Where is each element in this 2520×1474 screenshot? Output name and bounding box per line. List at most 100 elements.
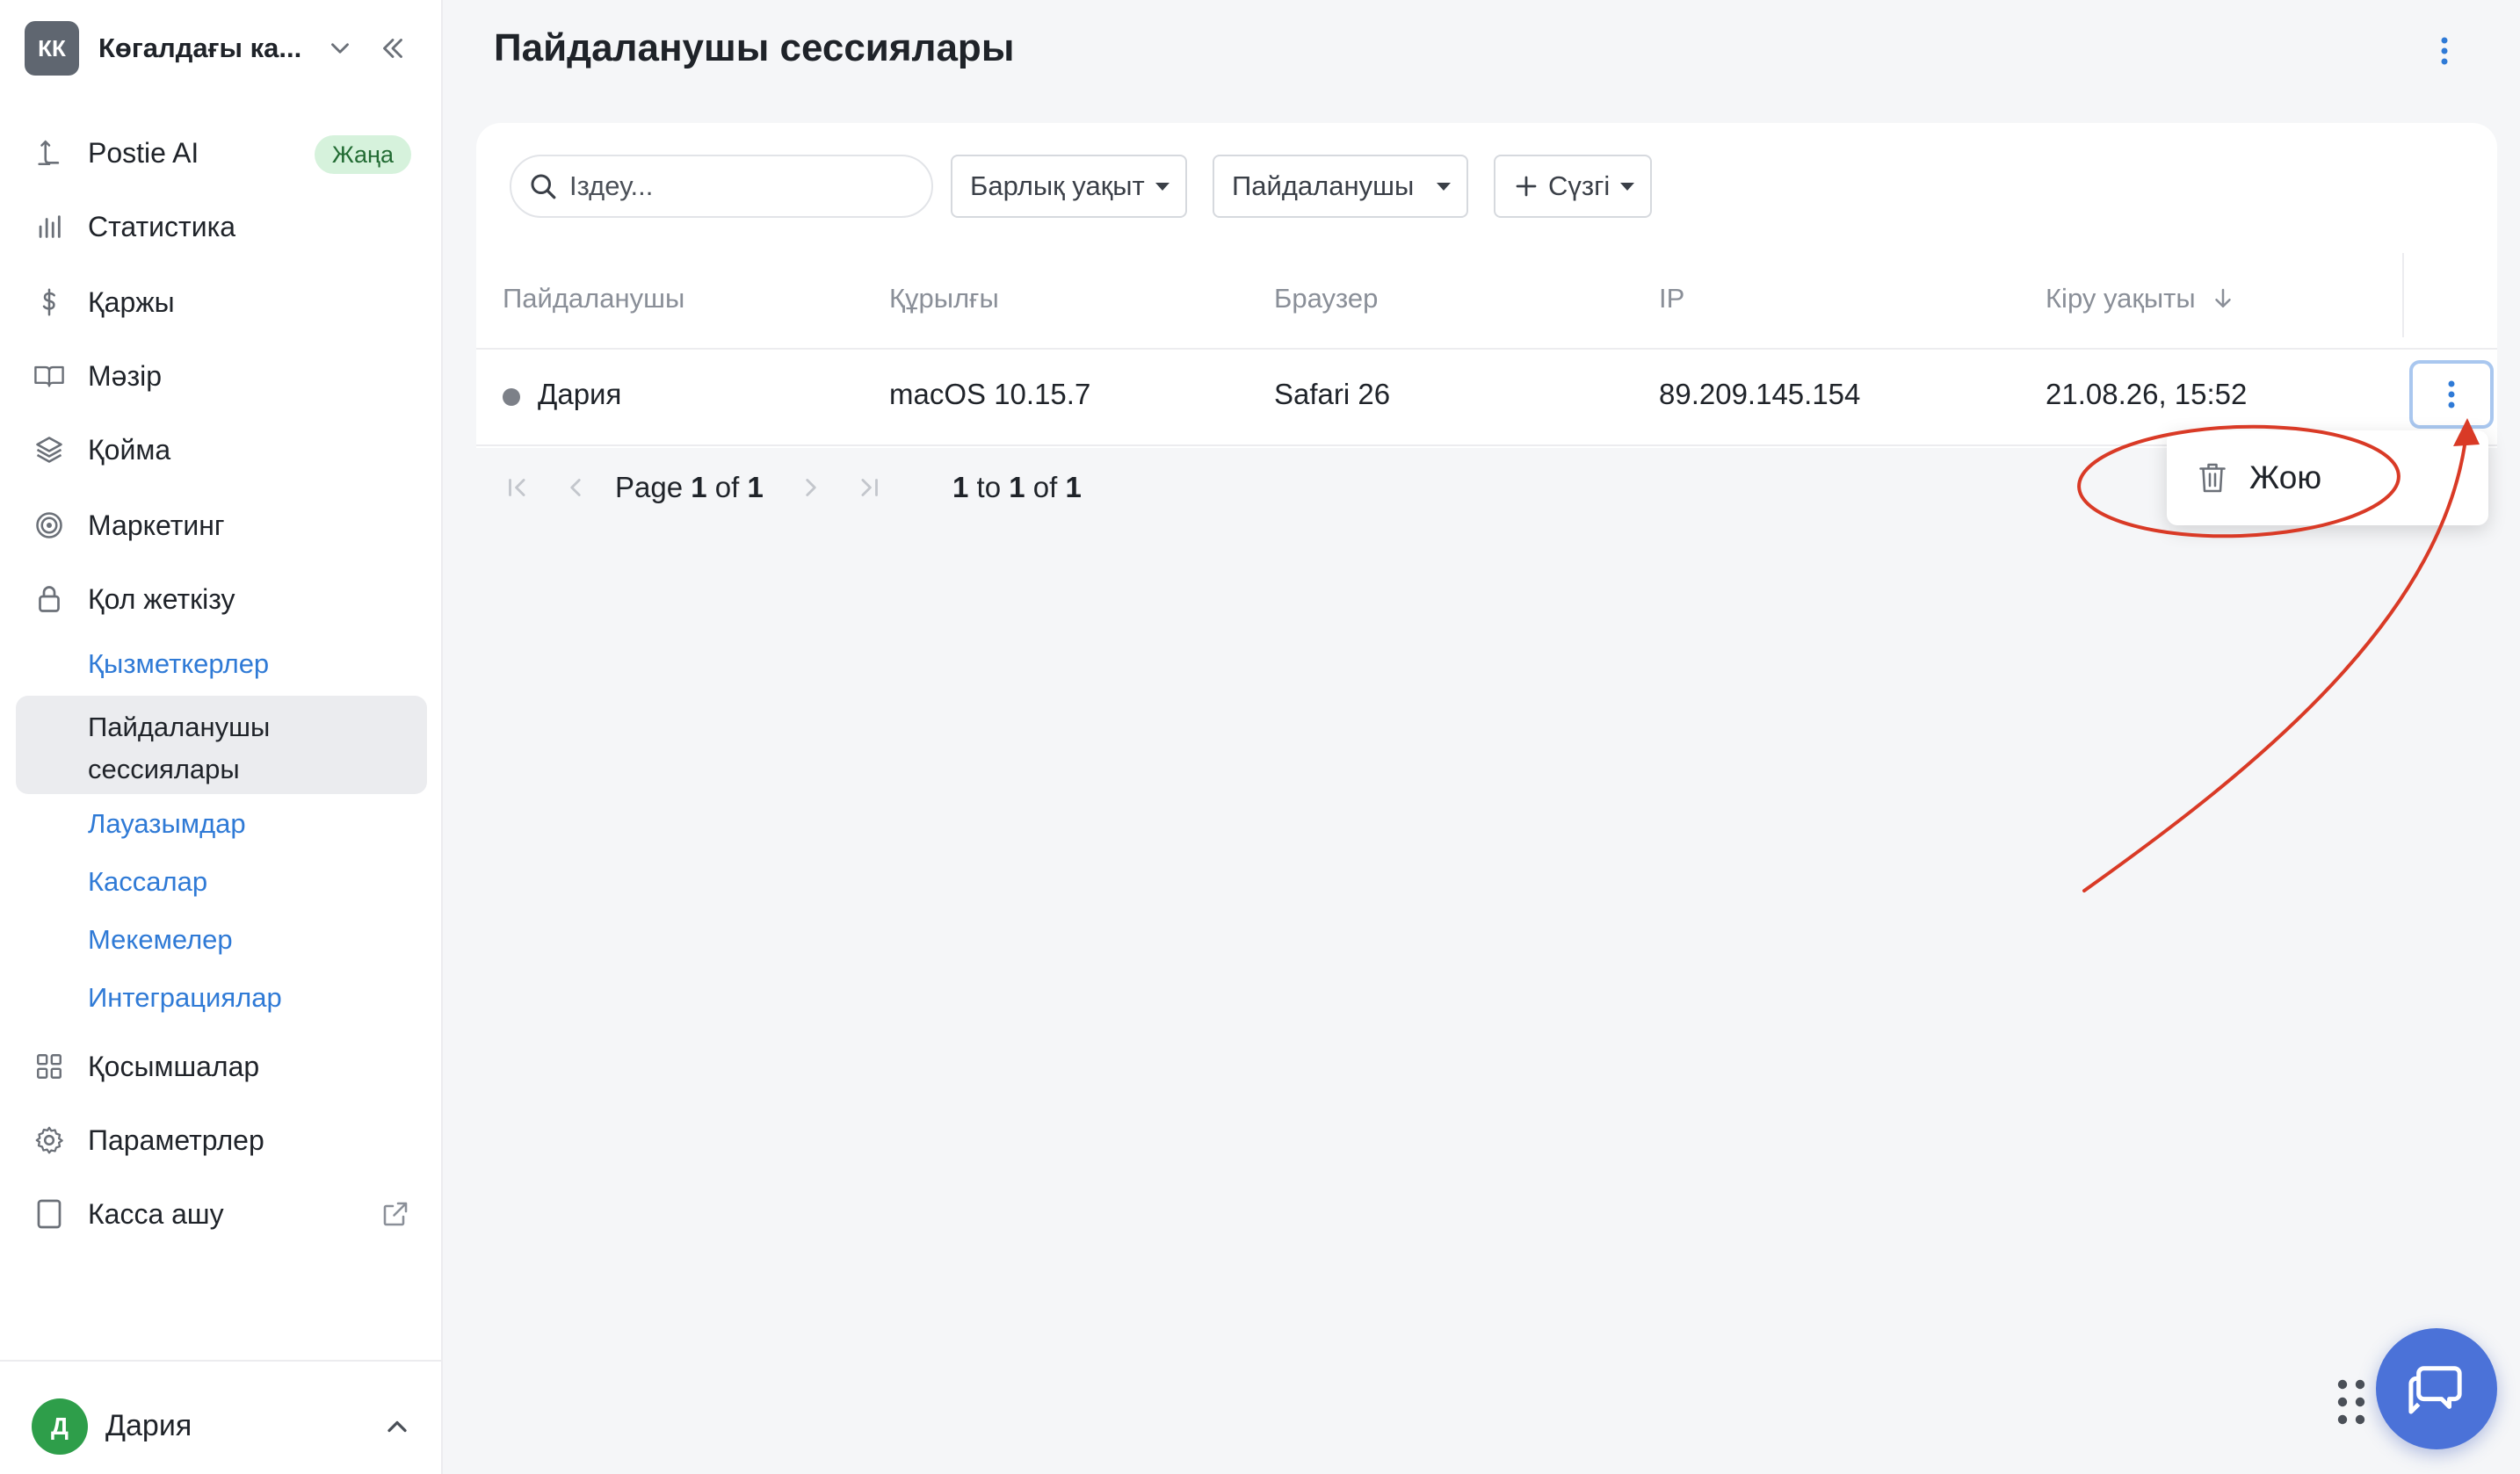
- caret-down-icon: [1620, 182, 1635, 191]
- sort-desc-icon: [2214, 288, 2231, 307]
- trash-icon: [2199, 463, 2226, 493]
- page-number: 1: [691, 471, 707, 503]
- previous-page-icon[interactable]: [561, 473, 590, 502]
- column-header-browser[interactable]: Браузер: [1274, 283, 1378, 314]
- column-header-user[interactable]: Пайдаланушы: [503, 283, 684, 314]
- column-header-login-time[interactable]: Кіру уақыты: [2046, 283, 2236, 314]
- chat-support-button[interactable]: [2376, 1328, 2497, 1449]
- status-dot: [503, 388, 520, 406]
- sidebar-item-statistics[interactable]: Статистика: [32, 200, 418, 253]
- sidebar: КК Көгалдағы ка... Postie AI Жаңа Статис…: [0, 0, 443, 1474]
- sidebar-subitem-employees[interactable]: Қызметкерлер: [88, 648, 269, 680]
- sidebar-item-label: Статистика: [88, 210, 236, 242]
- bar-chart-icon: [32, 209, 67, 244]
- total-pages: 1: [747, 471, 764, 503]
- sidebar-item-label: Мәзір: [88, 359, 163, 392]
- table-cell-login-time: 21.08.26, 15:52: [2046, 378, 2248, 410]
- search-input[interactable]: [569, 170, 903, 202]
- to-word: to: [976, 471, 1002, 503]
- caret-down-icon: [1437, 182, 1452, 191]
- org-name: Көгалдағы ка...: [98, 33, 302, 63]
- layers-icon: [32, 432, 67, 467]
- table-cell-browser: Safari 26: [1274, 378, 1391, 410]
- sidebar-item-label: Қаржы: [88, 285, 175, 318]
- drag-handle-icon[interactable]: [2334, 1376, 2369, 1428]
- caret-down-icon: [1155, 182, 1169, 191]
- book-icon: [32, 358, 67, 394]
- sidebar-item-label: Қол жеткізу: [88, 582, 235, 615]
- sidebar-item-label: Postie AI: [88, 136, 199, 169]
- plus-icon: [1516, 176, 1537, 197]
- chat-icon: [2408, 1366, 2462, 1414]
- user-name: Дария: [105, 1409, 192, 1442]
- more-vertical-icon: [2448, 380, 2455, 408]
- sidebar-item-label: Маркетинг: [88, 509, 225, 541]
- add-filter-label: Сүзгі: [1548, 170, 1611, 201]
- divider: [476, 348, 2497, 350]
- user-footer[interactable]: Д Дария: [0, 1360, 443, 1474]
- add-filter-button[interactable]: Сүзгі: [1494, 155, 1653, 218]
- target-icon: [32, 508, 67, 543]
- filter-user-dropdown[interactable]: Пайдаланушы: [1213, 155, 1469, 218]
- sidebar-item-label: Касса ашу: [88, 1197, 224, 1230]
- postie-ai-icon: [32, 135, 67, 170]
- total-rows: 1: [1065, 471, 1082, 503]
- gear-icon: [32, 1123, 67, 1158]
- page-menu-button[interactable]: [2423, 30, 2466, 72]
- search-icon: [531, 174, 556, 199]
- external-link-icon: [383, 1202, 408, 1226]
- dollar-icon: [32, 285, 67, 320]
- last-page-icon[interactable]: [854, 473, 884, 502]
- sidebar-item-marketing[interactable]: Маркетинг: [32, 499, 418, 552]
- tablet-icon: [32, 1196, 67, 1232]
- sidebar-item-open-cashbox[interactable]: Касса ашу: [32, 1188, 418, 1240]
- table-cell-user: Дария: [538, 378, 622, 410]
- sidebar-item-menu[interactable]: Мәзір: [32, 350, 418, 402]
- column-header-login-time-label: Кіру уақыты: [2046, 283, 2196, 314]
- row-actions-menu: Жою: [2167, 430, 2488, 525]
- org-switcher[interactable]: КК Көгалдағы ка...: [25, 21, 418, 76]
- column-header-ip[interactable]: IP: [1659, 283, 1684, 314]
- sidebar-item-label: Қосымшалар: [88, 1050, 260, 1082]
- sidebar-item-finance[interactable]: Қаржы: [32, 276, 418, 329]
- chevron-up-icon[interactable]: [381, 1411, 413, 1442]
- row-actions-button[interactable]: [2409, 360, 2494, 429]
- sidebar-item-access[interactable]: Қол жеткізу: [32, 573, 418, 625]
- of-word: of: [1032, 471, 1058, 503]
- filter-user-label: Пайдаланушы: [1232, 170, 1415, 201]
- sidebar-item-label: Параметрлер: [88, 1124, 264, 1156]
- row-range-indicator: 1 to 1 of 1: [952, 471, 1082, 504]
- table-cell-ip: 89.209.145.154: [1659, 378, 1861, 410]
- sidebar-item-settings[interactable]: Параметрлер: [32, 1114, 418, 1167]
- sidebar-subitem-sessions[interactable]: Пайдаланушы сессиялары: [88, 706, 404, 791]
- delete-menu-item[interactable]: Жою: [2197, 453, 2321, 502]
- table-cell-device: macOS 10.15.7: [889, 378, 1091, 410]
- range-end: 1: [1009, 471, 1025, 503]
- search-box[interactable]: [510, 155, 933, 218]
- sidebar-subitem-venues[interactable]: Мекемелер: [88, 924, 233, 956]
- sidebar-item-label: Қойма: [88, 433, 171, 466]
- sidebar-subitem-cashboxes[interactable]: Кассалар: [88, 866, 207, 898]
- page-title: Пайдаланушы сессиялары: [494, 26, 1015, 69]
- page-indicator: Page 1 of 1: [615, 471, 764, 504]
- column-header-device[interactable]: Құрылғы: [889, 283, 999, 314]
- new-badge: Жаңа: [314, 135, 411, 174]
- next-page-icon[interactable]: [796, 473, 826, 502]
- more-vertical-icon: [2441, 37, 2448, 65]
- lock-icon: [32, 582, 67, 617]
- delete-label: Жою: [2249, 459, 2322, 495]
- sidebar-item-apps[interactable]: Қосымшалар: [32, 1040, 418, 1093]
- range-start: 1: [952, 471, 969, 503]
- sidebar-subitem-positions[interactable]: Лауазымдар: [88, 808, 246, 840]
- filter-time-label: Барлық уақыт: [970, 170, 1145, 201]
- filter-time-dropdown[interactable]: Барлық уақыт: [951, 155, 1187, 218]
- org-avatar: КК: [25, 21, 79, 76]
- avatar: Д: [32, 1398, 88, 1455]
- sidebar-subitem-integrations[interactable]: Интеграциялар: [88, 982, 282, 1014]
- collapse-sidebar-icon[interactable]: [376, 32, 409, 65]
- chevron-down-icon[interactable]: [325, 33, 355, 63]
- sidebar-item-warehouse[interactable]: Қойма: [32, 423, 418, 476]
- first-page-icon[interactable]: [503, 473, 532, 502]
- grid-icon: [32, 1049, 67, 1084]
- sidebar-item-postie-ai[interactable]: Postie AI Жаңа: [32, 126, 418, 179]
